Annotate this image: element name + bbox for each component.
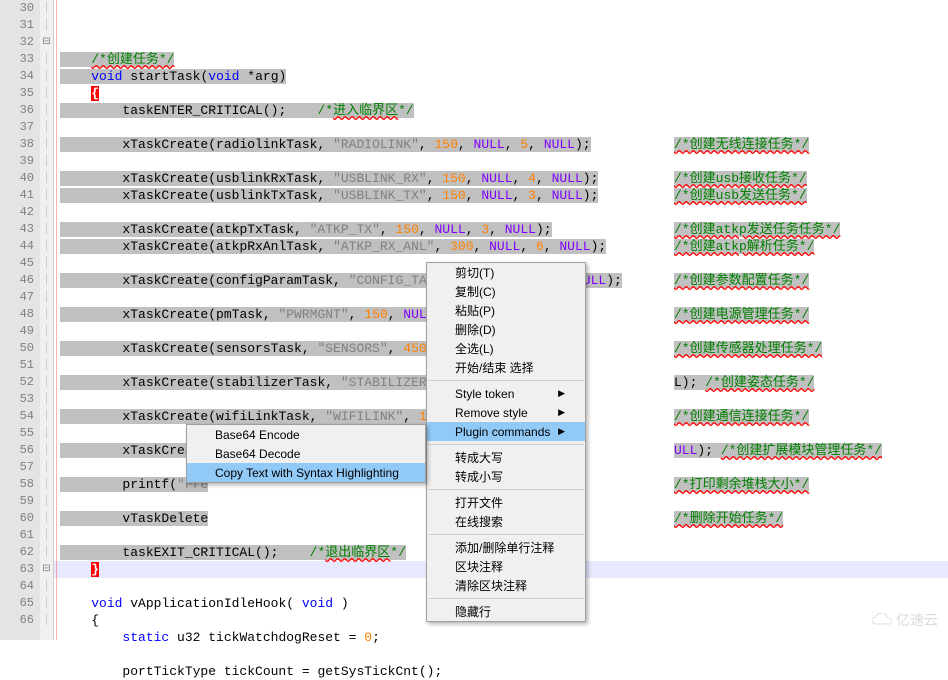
line-number-gutter: 3031323334353637383940414243444546474849… <box>0 0 40 640</box>
code-line[interactable]: xTaskCreate(usblinkTxTask, "USBLINK_TX",… <box>54 187 948 204</box>
context-menu[interactable]: 剪切(T) 复制(C) 粘贴(P) 删除(D) 全选(L) 开始/结束 选择 Style t… <box>426 262 586 622</box>
menu-item-label: 复制(C) <box>455 283 496 300</box>
menu-item-label: Base64 Encode <box>215 428 300 442</box>
menu-item-label: 全选(L) <box>455 340 494 357</box>
menu-item-label: 剪切(T) <box>455 264 494 281</box>
context-menu-item[interactable]: 清除区块注释 <box>427 576 585 595</box>
code-line[interactable]: xTaskCreate(usblinkRxTask, "USBLINK_RX",… <box>54 170 948 187</box>
context-menu-item[interactable]: 剪切(T) <box>427 263 585 282</box>
code-line[interactable]: xTaskCreate(atkpTxTask, "ATKP_TX", 150, … <box>54 221 948 238</box>
code-line[interactable] <box>54 119 948 136</box>
code-line[interactable]: portTickType tickCount = getSysTickCnt()… <box>54 663 948 680</box>
code-line[interactable] <box>54 204 948 221</box>
context-menu-item[interactable]: 复制(C) <box>427 282 585 301</box>
menu-item-label: 删除(D) <box>455 321 496 338</box>
submenu-arrow-icon: ▶ <box>558 426 565 437</box>
menu-separator <box>428 598 584 599</box>
code-line[interactable]: xTaskCreate(atkpRxAnlTask, "ATKP_RX_ANL"… <box>54 238 948 255</box>
context-menu-item[interactable]: 转成大写 <box>427 448 585 467</box>
context-menu-item[interactable]: 打开文件 <box>427 493 585 512</box>
submenu-item[interactable]: Base64 Decode <box>187 444 425 463</box>
submenu-arrow-icon: ▶ <box>558 407 565 418</box>
menu-item-label: Base64 Decode <box>215 447 300 461</box>
code-line[interactable] <box>54 153 948 170</box>
fold-gutter[interactable]: ││⊟││││││││││││││││││││││││││││││⊟│││ <box>40 0 54 640</box>
code-line[interactable]: void startTask(void *arg) <box>54 68 948 85</box>
menu-item-label: Remove style <box>455 406 528 420</box>
menu-separator <box>428 444 584 445</box>
menu-item-label: 粘贴(P) <box>455 302 495 319</box>
code-line[interactable]: /*创建任务*/ <box>54 51 948 68</box>
context-menu-item[interactable]: Plugin commands ▶ <box>427 422 585 441</box>
menu-item-label: 开始/结束 选择 <box>455 359 534 376</box>
menu-item-label: 添加/删除单行注释 <box>455 539 554 556</box>
context-menu-item[interactable]: 隐藏行 <box>427 602 585 621</box>
watermark: 亿速云 <box>872 610 938 630</box>
code-line[interactable]: xTaskCreate(radiolinkTask, "RADIOLINK", … <box>54 136 948 153</box>
context-menu-item[interactable]: 开始/结束 选择 <box>427 358 585 377</box>
menu-item-label: Copy Text with Syntax Highlighting <box>215 466 399 480</box>
submenu-arrow-icon: ▶ <box>558 388 565 399</box>
menu-item-label: 打开文件 <box>455 494 503 511</box>
menu-separator <box>428 489 584 490</box>
submenu-item[interactable]: Copy Text with Syntax Highlighting <box>187 463 425 482</box>
menu-item-label: Plugin commands <box>455 425 550 439</box>
context-menu-item[interactable]: Remove style ▶ <box>427 403 585 422</box>
menu-separator <box>428 534 584 535</box>
menu-item-label: 转成小写 <box>455 468 503 485</box>
context-menu-item[interactable]: Style token ▶ <box>427 384 585 403</box>
menu-item-label: Style token <box>455 387 514 401</box>
context-menu-item[interactable]: 在线搜索 <box>427 512 585 531</box>
submenu-item[interactable]: Base64 Encode <box>187 425 425 444</box>
menu-separator <box>428 380 584 381</box>
menu-item-label: 在线搜索 <box>455 513 503 530</box>
context-menu-item[interactable]: 区块注释 <box>427 557 585 576</box>
context-menu-item[interactable]: 全选(L) <box>427 339 585 358</box>
menu-item-label: 区块注释 <box>455 558 503 575</box>
menu-item-label: 转成大写 <box>455 449 503 466</box>
context-menu-item[interactable]: 添加/删除单行注释 <box>427 538 585 557</box>
plugin-commands-submenu[interactable]: Base64 Encode Base64 Decode Copy Text with… <box>186 424 426 483</box>
code-line[interactable]: static u32 tickWatchdogReset = 0; <box>54 629 948 646</box>
context-menu-item[interactable]: 粘贴(P) <box>427 301 585 320</box>
menu-item-label: 清除区块注释 <box>455 577 527 594</box>
code-line[interactable]: taskENTER_CRITICAL(); /*进入临界区*/ <box>54 102 948 119</box>
code-line[interactable]: { <box>54 85 948 102</box>
context-menu-item[interactable]: 转成小写 <box>427 467 585 486</box>
context-menu-item[interactable]: 删除(D) <box>427 320 585 339</box>
cloud-icon <box>872 613 892 627</box>
code-line[interactable] <box>54 646 948 663</box>
menu-item-label: 隐藏行 <box>455 603 491 620</box>
